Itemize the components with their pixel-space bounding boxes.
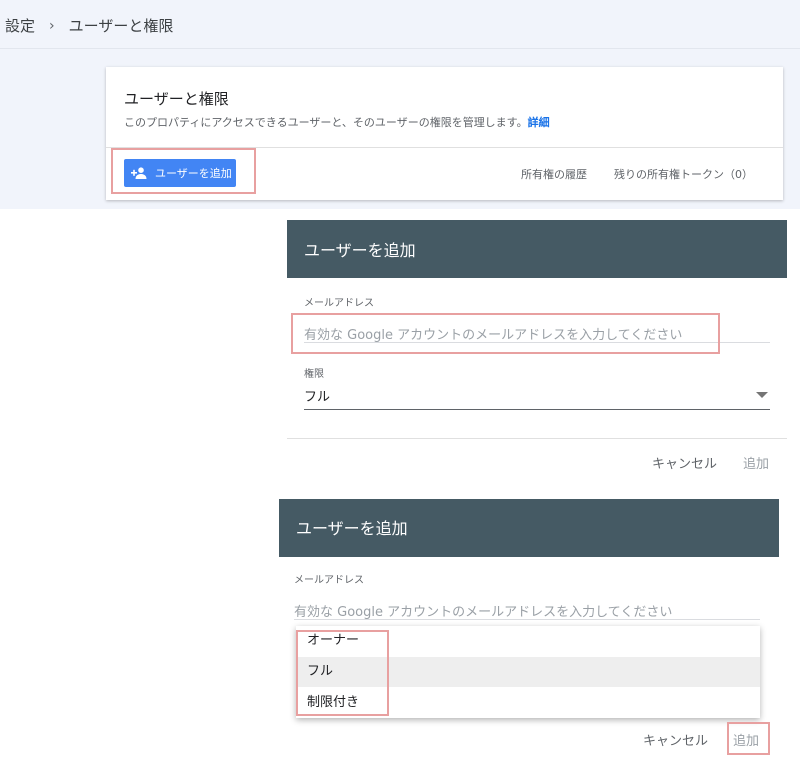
card-divider [106,147,783,148]
breadcrumb-settings[interactable]: 設定 [5,15,35,36]
detail-link[interactable]: 詳細 [528,116,550,129]
remaining-tokens-link[interactable]: 残りの所有権トークン（0） [614,166,753,182]
chevron-down-icon[interactable] [756,392,768,398]
ownership-history-link[interactable]: 所有権の履歴 [521,166,587,182]
dialog-1-permission-label: 権限 [304,369,324,380]
dialog-1-cancel-button[interactable]: キャンセル [652,453,717,472]
add-user-label: ユーザーを追加 [155,167,232,180]
person-add-icon [131,167,147,179]
card-description: このプロパティにアクセスできるユーザーと、そのユーザーの権限を管理します。詳細 [124,114,550,130]
dialog-2-email-underline [294,619,760,620]
dialog-1-permission-select[interactable]: フル [304,386,330,405]
breadcrumb: 設定 › ユーザーと権限 [5,15,173,36]
dialog-1-title: ユーザーを追加 [287,220,787,278]
add-user-button[interactable]: ユーザーを追加 [124,159,236,187]
dialog-2-cancel-button[interactable]: キャンセル [643,730,708,749]
dialog-1-add-button[interactable]: 追加 [743,453,769,472]
dialog-2-email-label: メールアドレス [294,575,364,586]
description-text: このプロパティにアクセスできるユーザーと、そのユーザーの権限を管理します。 [124,116,528,129]
permission-dropdown-menu: オーナー フル 制限付き [296,626,760,718]
dialog-1-email-underline [304,342,770,343]
option-full[interactable]: フル [296,657,760,687]
chevron-right-icon: › [49,17,55,34]
add-user-dialog-1: ユーザーを追加 メールアドレス 有効な Google アカウントのメールアドレス… [287,220,787,480]
dialog-1-email-input[interactable]: 有効な Google アカウントのメールアドレスを入力してください [304,324,682,343]
dialog-1-divider [287,438,787,439]
option-owner[interactable]: オーナー [296,626,760,656]
dialog-1-permission-underline [304,409,770,410]
header-bar: 設定 › ユーザーと権限 [0,0,800,49]
option-restricted[interactable]: 制限付き [296,688,760,718]
dialog-2-add-button[interactable]: 追加 [733,730,759,749]
dialog-2-email-input[interactable]: 有効な Google アカウントのメールアドレスを入力してください [294,601,672,620]
card-title: ユーザーと権限 [124,90,229,108]
breadcrumb-current: ユーザーと権限 [68,17,174,35]
dialog-2-title: ユーザーを追加 [279,499,779,557]
dialog-1-email-label: メールアドレス [304,298,374,309]
users-permissions-card: ユーザーと権限 このプロパティにアクセスできるユーザーと、そのユーザーの権限を管… [106,67,783,200]
